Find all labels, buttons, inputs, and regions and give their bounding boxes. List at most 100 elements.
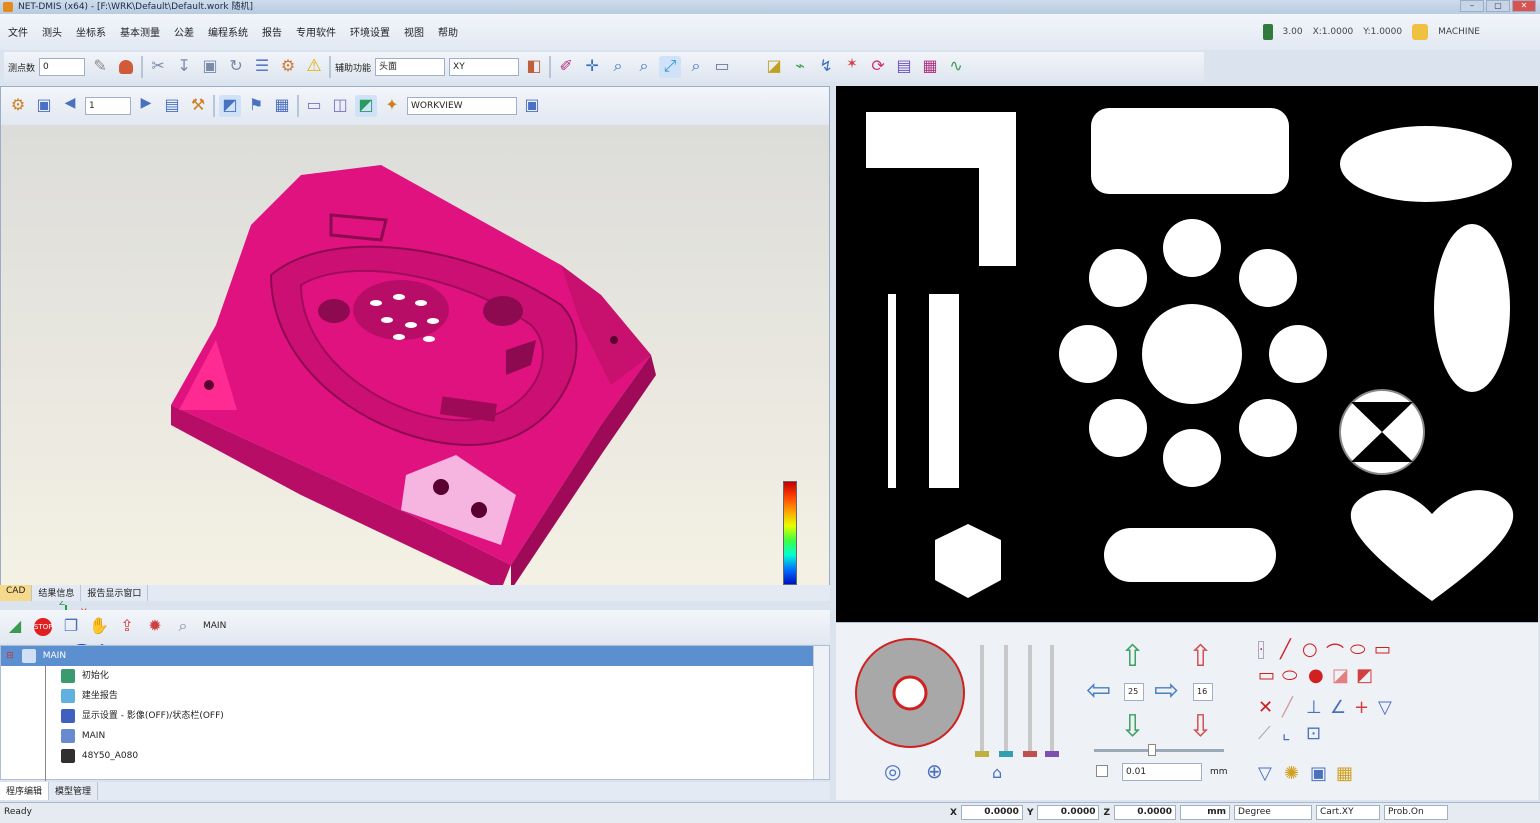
arrow-left-button[interactable]: ⇦	[1086, 673, 1111, 708]
pin-icon[interactable]: ✶	[841, 56, 863, 78]
light-slider-4[interactable]	[1045, 645, 1059, 757]
layers-icon[interactable]: ◧	[523, 56, 545, 78]
tree-item[interactable]: 初始化	[1, 666, 813, 686]
close-button[interactable]: ✕	[1512, 0, 1536, 12]
filter-tool-icon[interactable]: ▽	[1258, 763, 1272, 784]
camera-icon[interactable]: ▣	[521, 95, 543, 117]
zoom-out-icon[interactable]: ⌕	[633, 56, 655, 78]
cross-tool-icon[interactable]: +	[1354, 697, 1369, 718]
menu-measure[interactable]: 基本测量	[120, 24, 160, 39]
intersect-tool-icon[interactable]: ✕	[1258, 697, 1273, 718]
light-slider-2[interactable]	[999, 645, 1013, 757]
probe-icon[interactable]	[115, 56, 137, 78]
tab-results[interactable]: 结果信息	[32, 585, 82, 601]
cad-save-icon[interactable]: ▣	[33, 95, 55, 117]
perp-tool-icon[interactable]: ⊥	[1306, 697, 1322, 718]
copy-icon[interactable]: ❐	[60, 616, 82, 638]
maximize-button[interactable]: ▢	[1486, 0, 1510, 12]
machine-label[interactable]: MACHINE	[1438, 27, 1480, 37]
crosshair-icon[interactable]: ⊕	[926, 759, 943, 783]
lamp-icon[interactable]: ⌂	[992, 763, 1002, 782]
menu-tolerance[interactable]: 公差	[174, 24, 194, 39]
profile-tool-icon[interactable]: ◩	[1356, 665, 1373, 686]
wrench-icon[interactable]: ⚒	[187, 95, 209, 117]
rotate-icon[interactable]: ↻	[225, 56, 247, 78]
flag-icon[interactable]: ⚑	[245, 95, 267, 117]
pan-icon[interactable]: ⤢	[659, 56, 682, 78]
tree-scrollbar[interactable]	[813, 646, 829, 779]
tab-report-window[interactable]: 报告显示窗口	[81, 585, 149, 601]
grid-icon[interactable]: ▦	[271, 95, 293, 117]
view-iso-icon[interactable]: ◩	[219, 95, 241, 117]
doc-icon[interactable]: ▤	[161, 95, 183, 117]
view-select[interactable]: WORKVIEW	[407, 97, 517, 115]
menu-program[interactable]: 编程系统	[208, 24, 248, 39]
light-slider-3[interactable]	[1023, 645, 1037, 757]
tab-program-edit[interactable]: 程序编辑	[0, 782, 50, 800]
blob-tool-icon[interactable]: ●	[1308, 665, 1324, 686]
zoom-fit-icon[interactable]: ⌕	[685, 56, 707, 78]
image-tool-icon[interactable]: ▣	[1310, 763, 1327, 784]
menu-file[interactable]: 文件	[8, 24, 28, 39]
path-icon[interactable]: ⌁	[789, 56, 811, 78]
xy-step-input[interactable]: 25	[1124, 683, 1144, 701]
arrow-right-button[interactable]: ⇨	[1154, 673, 1179, 708]
edge-tool-icon[interactable]: ◪	[1332, 665, 1349, 686]
pencil-icon[interactable]: ✎	[89, 56, 111, 78]
tree-root[interactable]: ⊟ MAIN	[1, 646, 813, 666]
binary-image[interactable]	[836, 86, 1538, 622]
rect-tool-icon[interactable]: ▭	[1258, 665, 1275, 686]
tree-item[interactable]: 48Y50_A080	[1, 746, 813, 766]
program-select[interactable]: MAIN	[200, 618, 260, 636]
z-up-button[interactable]: ⇧	[1188, 639, 1213, 674]
menu-help[interactable]: 帮助	[438, 24, 458, 39]
stop-icon[interactable]: STOP	[32, 616, 54, 638]
chart-icon[interactable]: ◢	[4, 616, 26, 638]
tree-item[interactable]: MAIN	[1, 726, 813, 746]
center-tool-icon[interactable]: ⊡	[1306, 723, 1321, 744]
light-ring-control[interactable]	[854, 637, 966, 749]
arrow-up-button[interactable]: ⇧	[1120, 639, 1145, 674]
curve-icon[interactable]: ↯	[815, 56, 837, 78]
menu-coordsys[interactable]: 坐标系	[76, 24, 106, 39]
menu-view[interactable]: 视图	[404, 24, 424, 39]
function-select[interactable]: 头面	[375, 58, 446, 76]
circle-tool-icon[interactable]: ○	[1302, 639, 1318, 660]
light-icon[interactable]: ✦	[381, 95, 403, 117]
arrow-down-button[interactable]: ⇩	[1120, 709, 1145, 744]
light-tool-icon[interactable]: ✺	[1284, 763, 1299, 784]
refresh-icon[interactable]: ⟳	[867, 56, 889, 78]
frame-icon[interactable]: ▣	[199, 56, 221, 78]
menu-probe[interactable]: 测头	[42, 24, 62, 39]
screen-icon[interactable]: ▭	[303, 95, 325, 117]
rect-icon[interactable]: ▭	[711, 56, 733, 78]
probe-run-icon[interactable]: ✹	[144, 616, 166, 638]
export-icon[interactable]: ⇪	[116, 616, 138, 638]
gear-icon[interactable]: ⚙	[277, 56, 299, 78]
menu-report[interactable]: 报告	[262, 24, 282, 39]
compare-icon[interactable]: ◫	[329, 95, 351, 117]
oval-tool-icon[interactable]: ⬭	[1282, 665, 1297, 686]
prev-page-icon[interactable]: ◀	[59, 95, 81, 117]
target-icon[interactable]: ◎	[884, 759, 901, 783]
camera-image-view[interactable]	[836, 86, 1538, 622]
page-select[interactable]: 1	[85, 97, 131, 115]
arc-tool-icon[interactable]: ⌒	[1326, 639, 1344, 665]
plane-select[interactable]: XY	[449, 58, 520, 76]
precision-checkbox[interactable]	[1096, 765, 1108, 777]
cad-open-icon[interactable]: ⚙	[7, 95, 29, 117]
tangent-tool-icon[interactable]: ⟋	[1258, 723, 1271, 744]
film-icon[interactable]: ▦	[919, 56, 941, 78]
measure-icon[interactable]: ✂	[147, 56, 169, 78]
wave-icon[interactable]: ∿	[945, 56, 967, 78]
sphere-icon[interactable]	[737, 56, 759, 78]
arrow-icon[interactable]: ↧	[173, 56, 195, 78]
window-icon[interactable]: ▤	[893, 56, 915, 78]
collapse-icon[interactable]: ⊟	[1, 646, 19, 666]
coordsys-select[interactable]: Cart.XY	[1316, 805, 1381, 820]
capture-tool-icon[interactable]: ▦	[1336, 763, 1353, 784]
angle-unit-select[interactable]: Degree	[1234, 805, 1313, 820]
hand-icon[interactable]: ✋	[88, 616, 110, 638]
minimize-button[interactable]: –	[1460, 0, 1484, 12]
search-icon[interactable]: ⌕	[172, 616, 194, 638]
